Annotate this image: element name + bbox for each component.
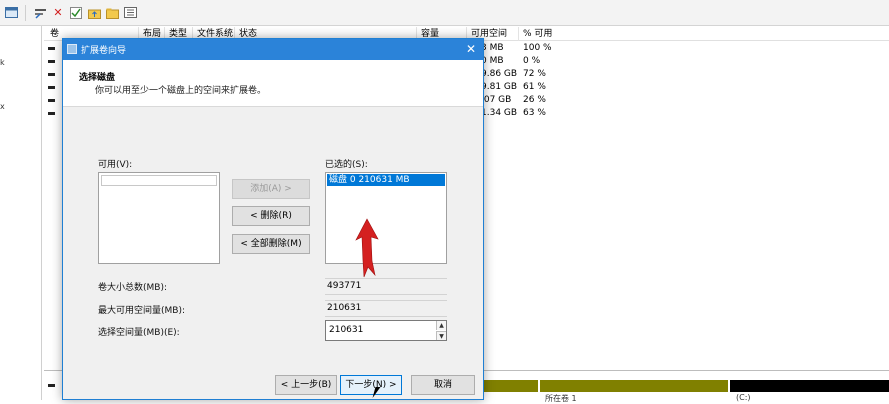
volume-row-icon (48, 73, 55, 76)
red-arrow-annotation (355, 218, 379, 278)
select-space-input[interactable]: 210631 ▲ ▼ (325, 320, 447, 341)
row-free-space: .07 GB (481, 95, 512, 105)
volume-row-icon (48, 60, 55, 63)
row-free-space: 9.81 GB (481, 82, 518, 92)
row-percent-free: 63 % (523, 108, 546, 118)
total-size-field: 493771 (325, 278, 447, 295)
toolbar-separator (25, 4, 26, 21)
partition-bar[interactable] (484, 380, 538, 392)
max-space-value: 210631 (327, 303, 362, 313)
dialog-title: 扩展卷向导 (81, 46, 127, 56)
selected-label: 已选的(S): (325, 160, 368, 170)
row-percent-free: 26 % (523, 95, 546, 105)
partition-label: (C:) (736, 393, 751, 402)
dialog-title-bar[interactable]: 扩展卷向导 ✕ (63, 39, 483, 60)
disk-row-icon (48, 384, 55, 387)
row-percent-free: 100 % (523, 43, 552, 53)
delete-icon[interactable]: ✕ (50, 5, 66, 21)
page-title: 选择磁盘 (79, 73, 116, 83)
row-free-space: 0 MB (481, 56, 504, 66)
volume-row-icon (48, 86, 55, 89)
max-space-label: 最大可用空间量(MB): (98, 306, 185, 316)
add-button[interactable]: 添加(A) > (232, 179, 310, 199)
selected-disks-list[interactable]: 磁盘 0 210631 MB (325, 172, 447, 264)
column-header-percent-free[interactable]: % 可用 (518, 27, 578, 41)
left-strip-label: k (0, 58, 5, 67)
available-list-empty-row (101, 175, 217, 186)
check-icon[interactable] (68, 5, 84, 21)
volume-row-icon (48, 99, 55, 102)
partition-label: 所在卷 1 (545, 394, 577, 403)
close-button[interactable]: ✕ (459, 39, 483, 60)
total-size-label: 卷大小总数(MB): (98, 283, 167, 293)
left-strip-label: x (0, 102, 5, 111)
selected-disk-item[interactable]: 磁盘 0 210631 MB (327, 174, 445, 186)
remove-all-button[interactable]: < 全部删除(M) (232, 234, 310, 254)
partition-bar[interactable] (540, 380, 728, 392)
folder-up-icon[interactable] (86, 5, 102, 21)
back-button[interactable]: < 上一步(B) (275, 375, 337, 395)
left-navigation-strip: k x (0, 26, 42, 400)
properties-icon[interactable] (32, 5, 48, 21)
toolbar: ✕ (0, 0, 889, 26)
page-subtitle: 你可以用至少一个磁盘上的空间来扩展卷。 (95, 86, 267, 96)
row-free-space: 9.86 GB (481, 69, 518, 79)
volume-row-icon (48, 112, 55, 115)
window-icon[interactable] (3, 5, 19, 21)
folder-icon[interactable] (104, 5, 120, 21)
available-label: 可用(V): (98, 160, 133, 170)
volume-row-icon (48, 47, 55, 50)
list-icon[interactable] (122, 5, 138, 21)
row-percent-free: 72 % (523, 69, 546, 79)
cancel-button[interactable]: 取消 (411, 375, 475, 395)
row-percent-free: 61 % (523, 82, 546, 92)
total-size-value: 493771 (327, 281, 362, 291)
remove-button[interactable]: < 删除(R) (232, 206, 310, 226)
row-free-space: 3 MB (481, 43, 504, 53)
max-space-field: 210631 (325, 300, 447, 317)
unallocated-bar[interactable] (730, 380, 889, 392)
spin-up-icon[interactable]: ▲ (436, 321, 446, 330)
next-button[interactable]: 下一步(N) > (340, 375, 402, 395)
available-disks-list[interactable] (98, 172, 220, 264)
select-space-label: 选择空间量(MB)(E): (98, 328, 180, 338)
extend-volume-wizard: 扩展卷向导 ✕ 选择磁盘 你可以用至少一个磁盘上的空间来扩展卷。 可用(V): … (62, 38, 484, 400)
wizard-icon (67, 44, 77, 54)
wizard-header: 选择磁盘 你可以用至少一个磁盘上的空间来扩展卷。 (63, 60, 483, 107)
select-space-value: 210631 (329, 325, 364, 335)
row-free-space: 1.34 GB (481, 108, 518, 118)
row-percent-free: 0 % (523, 56, 541, 66)
spin-down-icon[interactable]: ▼ (436, 331, 446, 340)
